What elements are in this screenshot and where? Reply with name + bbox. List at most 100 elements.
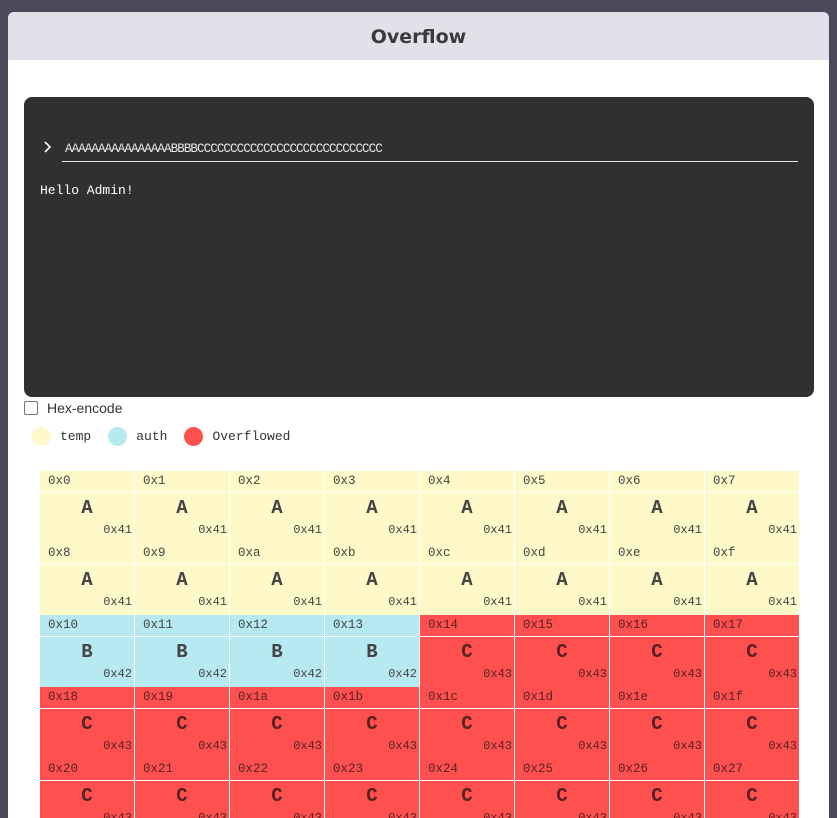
memory-cell-address: 0x16 xyxy=(610,615,704,637)
memory-cell-hex: 0x41 xyxy=(293,523,322,537)
memory-cell-char: A xyxy=(366,497,378,519)
memory-cell-char: A xyxy=(556,569,568,591)
memory-cell-address: 0x17 xyxy=(705,615,799,637)
legend: temp auth Overflowed xyxy=(32,426,307,446)
memory-cell-address: 0x2 xyxy=(230,471,324,493)
memory-cell-char: A xyxy=(651,497,663,519)
memory-cell-hex: 0x42 xyxy=(103,667,132,681)
memory-cell-address: 0x13 xyxy=(325,615,419,637)
memory-cell-address: 0x19 xyxy=(135,687,229,709)
memory-cell-address: 0x5 xyxy=(515,471,609,493)
memory-cell: 0xf A 0x41 xyxy=(705,543,799,615)
memory-cell: 0x9 A 0x41 xyxy=(135,543,229,615)
memory-cell-hex: 0x43 xyxy=(578,739,607,753)
memory-cell: 0x12 B 0x42 xyxy=(230,615,324,687)
memory-cell-hex: 0x41 xyxy=(673,523,702,537)
memory-cell-char: A xyxy=(81,497,93,519)
memory-cell: 0xe A 0x41 xyxy=(610,543,704,615)
memory-cell-hex: 0x41 xyxy=(103,595,132,609)
memory-cell-char: B xyxy=(271,641,283,663)
memory-cell-char: A xyxy=(176,497,188,519)
memory-cell: 0x8 A 0x41 xyxy=(40,543,134,615)
memory-cell-char: C xyxy=(461,713,473,735)
memory-cell-address: 0x1d xyxy=(515,687,609,709)
memory-cell-hex: 0x41 xyxy=(198,523,227,537)
memory-cell-address: 0x25 xyxy=(515,759,609,781)
terminal-input[interactable] xyxy=(62,137,798,162)
memory-cell-address: 0x24 xyxy=(420,759,514,781)
memory-cell-hex: 0x42 xyxy=(198,667,227,681)
memory-cell-char: B xyxy=(81,641,93,663)
memory-cell-char: C xyxy=(366,713,378,735)
memory-cell-hex: 0x43 xyxy=(768,811,797,818)
memory-cell-hex: 0x43 xyxy=(483,811,512,818)
memory-cell-address: 0x11 xyxy=(135,615,229,637)
memory-cell-hex: 0x43 xyxy=(293,811,322,818)
legend-label-temp: temp xyxy=(60,428,92,444)
memory-cell: 0x7 A 0x41 xyxy=(705,471,799,543)
memory-cell-char: A xyxy=(746,497,758,519)
hex-encode-option[interactable]: Hex-encode xyxy=(24,399,123,417)
memory-cell-hex: 0x43 xyxy=(103,811,132,818)
memory-cell-hex: 0x41 xyxy=(388,595,417,609)
memory-cell: 0x1c C 0x43 xyxy=(420,687,514,759)
memory-cell-address: 0x3 xyxy=(325,471,419,493)
memory-cell-address: 0x27 xyxy=(705,759,799,781)
memory-cell: 0x0 A 0x41 xyxy=(40,471,134,543)
memory-cell-address: 0x1a xyxy=(230,687,324,709)
memory-cell-hex: 0x43 xyxy=(198,739,227,753)
memory-cell-address: 0x4 xyxy=(420,471,514,493)
memory-cell-hex: 0x41 xyxy=(198,595,227,609)
memory-cell-char: C xyxy=(81,785,93,807)
legend-item-overflowed: Overflowed xyxy=(184,426,290,446)
memory-cell: 0x21 C 0x43 xyxy=(135,759,229,818)
memory-cell: 0x1d C 0x43 xyxy=(515,687,609,759)
memory-cell-hex: 0x43 xyxy=(483,667,512,681)
legend-swatch-temp xyxy=(32,426,51,446)
memory-cell: 0x26 C 0x43 xyxy=(610,759,704,818)
memory-cell-hex: 0x41 xyxy=(578,523,607,537)
memory-cell: 0x5 A 0x41 xyxy=(515,471,609,543)
memory-cell-char: A xyxy=(81,569,93,591)
memory-cell: 0x1 A 0x41 xyxy=(135,471,229,543)
memory-cell: 0xb A 0x41 xyxy=(325,543,419,615)
memory-cell: 0x19 C 0x43 xyxy=(135,687,229,759)
legend-swatch-overflowed xyxy=(184,426,204,446)
memory-cell-address: 0x1f xyxy=(705,687,799,709)
memory-cell: 0x23 C 0x43 xyxy=(325,759,419,818)
memory-cell-address: 0x9 xyxy=(135,543,229,565)
memory-cell-char: C xyxy=(271,785,283,807)
memory-cell: 0x22 C 0x43 xyxy=(230,759,324,818)
memory-cell-char: C xyxy=(271,713,283,735)
memory-cell-hex: 0x43 xyxy=(768,739,797,753)
memory-cell: 0x3 A 0x41 xyxy=(325,471,419,543)
overflow-panel: Overflow Hello Admin! Hex-encode temp au… xyxy=(8,12,829,818)
memory-cell: 0x2 A 0x41 xyxy=(230,471,324,543)
memory-cell-char: A xyxy=(271,569,283,591)
memory-cell: 0x17 C 0x43 xyxy=(705,615,799,687)
memory-cell-hex: 0x43 xyxy=(103,739,132,753)
memory-cell-address: 0xc xyxy=(420,543,514,565)
memory-cell-char: C xyxy=(366,785,378,807)
memory-cell-address: 0xf xyxy=(705,543,799,565)
memory-cell-hex: 0x43 xyxy=(673,811,702,818)
memory-cell-address: 0xb xyxy=(325,543,419,565)
memory-cell-hex: 0x43 xyxy=(483,739,512,753)
memory-cell: 0xc A 0x41 xyxy=(420,543,514,615)
memory-cell: 0x14 C 0x43 xyxy=(420,615,514,687)
memory-cell-hex: 0x41 xyxy=(578,595,607,609)
memory-cell-char: A xyxy=(176,569,188,591)
memory-cell-address: 0x15 xyxy=(515,615,609,637)
memory-cell-hex: 0x43 xyxy=(673,739,702,753)
memory-cell-address: 0xd xyxy=(515,543,609,565)
memory-cell-address: 0x23 xyxy=(325,759,419,781)
hex-encode-checkbox[interactable] xyxy=(24,401,38,415)
legend-item-temp: temp xyxy=(32,426,92,446)
memory-cell-hex: 0x43 xyxy=(578,811,607,818)
memory-cell-address: 0x6 xyxy=(610,471,704,493)
legend-swatch-auth xyxy=(108,426,128,446)
memory-cell-address: 0x0 xyxy=(40,471,134,493)
memory-cell-hex: 0x42 xyxy=(388,667,417,681)
memory-cell-char: A xyxy=(461,497,473,519)
memory-cell-char: C xyxy=(651,713,663,735)
